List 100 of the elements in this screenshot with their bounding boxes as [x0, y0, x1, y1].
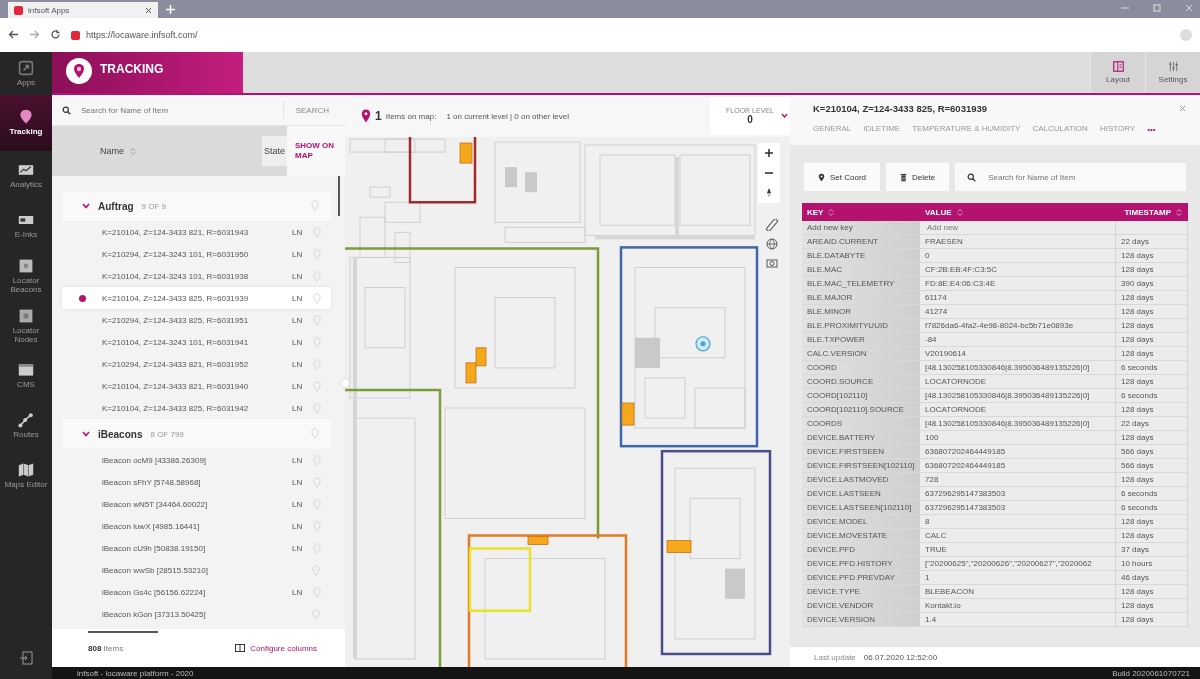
list-row[interactable]: iBeacon sFhY [5748.58968] LN [62, 471, 331, 493]
globe-icon[interactable] [766, 238, 778, 250]
nav-item[interactable]: Locator Nodes [0, 301, 52, 351]
browser-tab[interactable]: infsoft Apps [8, 2, 158, 18]
list-row[interactable]: K=210104, Z=124-3433 825, R=6031942 LN [62, 397, 331, 419]
pin-icon[interactable] [313, 476, 322, 488]
search-field[interactable]: Search for Name of Item [79, 104, 275, 116]
pin-icon[interactable] [313, 336, 322, 348]
pin-icon[interactable] [313, 454, 322, 466]
configure-columns-link[interactable]: Configure columns [229, 642, 323, 654]
selection-dot [78, 294, 86, 302]
toolbar-button[interactable]: Settings [1145, 52, 1200, 93]
pin-icon[interactable] [313, 542, 322, 554]
layout-icon [1112, 61, 1124, 72]
table-cell: 22 days [1116, 235, 1188, 249]
table-cell: CALC.VERSION [802, 347, 920, 361]
nav-item[interactable]: Tracking [0, 95, 52, 151]
forward-icon[interactable] [29, 28, 40, 40]
column-header[interactable]: State [262, 136, 287, 166]
camera-icon[interactable] [766, 257, 778, 269]
table-cell: 0 [920, 249, 1116, 263]
toolbar-button[interactable]: Layout [1090, 52, 1145, 93]
site-icon [14, 5, 23, 15]
close-icon[interactable] [145, 6, 152, 14]
nav-item[interactable]: Routes [0, 401, 52, 451]
list-row[interactable]: iBeacon wN5T [34464.60022] LN [62, 493, 331, 515]
list-row[interactable]: K=210104, Z=124-3433 825, R=6031939 LN [62, 287, 331, 309]
nav-item[interactable]: E-Inks [0, 201, 52, 251]
table-cell: 46 days [1116, 571, 1188, 585]
action-button[interactable]: Delete [886, 163, 950, 191]
list-row[interactable]: iBeacon Gs4c [56156.62224] LN [62, 581, 331, 603]
table-cell: 390 days [1116, 277, 1188, 291]
pin-icon[interactable] [313, 586, 322, 598]
nav-item[interactable]: CMS [0, 351, 52, 401]
list-row[interactable]: iBeacon ocM9 [43386.26309] LN [62, 449, 331, 471]
nav-item[interactable]: Apps [0, 52, 52, 95]
sort-icon[interactable] [130, 146, 136, 156]
table-cell: 566 days [1116, 459, 1188, 473]
table-cell: BLE.MINOR [802, 305, 920, 319]
reload-icon[interactable] [50, 28, 61, 40]
list-row[interactable]: K=210294, Z=124-3243 101, R=6031950 LN [62, 243, 331, 265]
group-header[interactable]: Auftrag 9 OF 9 [62, 191, 331, 221]
pin-icon[interactable] [313, 380, 322, 392]
pin-icon[interactable] [313, 314, 322, 326]
list-row[interactable]: K=210294, Z=124-3433 825, R=6031951 LN [62, 309, 331, 331]
nav-item[interactable]: Locator Beacons [0, 251, 52, 301]
logout-icon[interactable] [19, 651, 33, 665]
action-button[interactable]: Set Coord [804, 163, 881, 191]
pin-icon[interactable] [313, 248, 322, 260]
list-row[interactable]: iBeacon cU9h [50838.19150] LN [62, 537, 331, 559]
location-marker-icon[interactable] [695, 336, 711, 352]
pin-icon[interactable] [313, 270, 322, 282]
table-cell: 636807202464449185 [920, 459, 1116, 473]
column-header[interactable]: Name [100, 146, 124, 156]
table-cell: BLE.DATABYTE [802, 249, 920, 263]
group-header[interactable]: iBeacons 8 OF 799 [62, 419, 331, 449]
new-tab-icon[interactable] [166, 4, 175, 14]
search-icon [62, 105, 71, 115]
pin-icon[interactable] [313, 358, 322, 370]
pin-icon[interactable] [313, 292, 322, 304]
scrollbar-thumb[interactable] [88, 631, 158, 633]
value-input[interactable]: Add new [925, 222, 1115, 233]
table-cell: 128 days [1116, 403, 1188, 417]
pin-icon[interactable] [312, 564, 320, 576]
table-cell: 10 hours [1116, 557, 1188, 571]
url-text[interactable]: https://locaware.infsoft.com/ [86, 30, 198, 40]
list-row[interactable]: K=210294, Z=124-3433 821, R=6031952 LN [62, 353, 331, 375]
list-row[interactable]: K=210104, Z=124-3433 821, R=6031943 LN [62, 221, 331, 243]
more-tabs-button[interactable]: ••• [1147, 124, 1156, 135]
search-field[interactable]: Search for Name of Item [955, 163, 1186, 191]
pin-icon[interactable] [311, 428, 319, 439]
ruler-icon[interactable] [766, 219, 778, 231]
list-row[interactable]: iBeacon kGon [37313.50425] [62, 603, 331, 625]
table-cell: 128 days [1116, 529, 1188, 543]
list-row[interactable]: K=210104, Z=124-3243 101, R=6031938 LN [62, 265, 331, 287]
list-row[interactable]: iBeacon luwX [4985.16441] LN [62, 515, 331, 537]
table-cell: 128 days [1116, 431, 1188, 445]
pin-icon[interactable] [313, 226, 322, 238]
maximize-icon[interactable] [1152, 3, 1162, 13]
pin-icon[interactable] [313, 498, 322, 510]
value-field[interactable]: Add new [920, 221, 1116, 235]
search-input[interactable]: Search for Name of Item [986, 171, 1174, 183]
profile-icon[interactable] [1180, 29, 1192, 41]
column-header[interactable]: SHOW ON MAP [287, 126, 345, 176]
pin-icon[interactable] [313, 520, 322, 532]
table-cell: BLE.MAJOR [802, 291, 920, 305]
pin-icon[interactable] [313, 402, 322, 414]
pin-icon[interactable] [312, 608, 320, 620]
pin-icon[interactable] [311, 200, 319, 211]
nav-item[interactable]: Analytics [0, 151, 52, 201]
back-icon[interactable] [8, 28, 19, 40]
nav-item[interactable]: Maps Editor [0, 451, 52, 501]
table-cell: V20190614 [920, 347, 1116, 361]
search-button[interactable]: SEARCH [282, 101, 335, 119]
list-row[interactable]: K=210104, Z=124-3433 821, R=6031940 LN [62, 375, 331, 397]
scrollbar-thumb[interactable] [338, 176, 340, 216]
list-row[interactable]: iBeacon wwSb [28515.53210] [62, 559, 331, 581]
list-row[interactable]: K=210104, Z=124-3243 101, R=6031941 LN [62, 331, 331, 353]
table-cell: BLE.MAC_TELEMETRY [802, 277, 920, 291]
table-cell: 61174 [920, 291, 1116, 305]
